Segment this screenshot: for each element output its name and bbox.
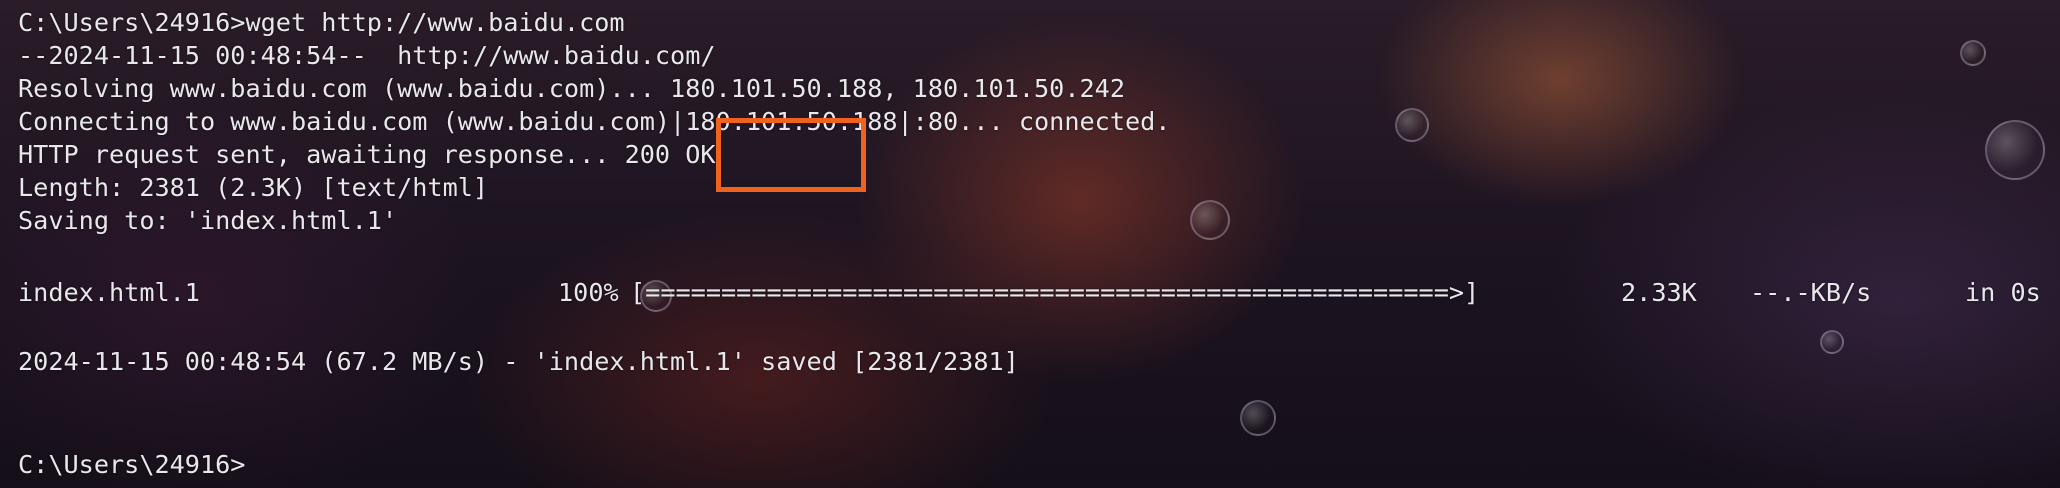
progress-eta: in 0s (1965, 278, 2041, 307)
output-line-timestamp: --2024-11-15 00:48:54-- http://www.baidu… (18, 41, 716, 70)
output-line-resolving: Resolving www.baidu.com (www.baidu.com).… (18, 74, 1125, 103)
background-bubble (1960, 40, 1986, 66)
output-line-saving: Saving to: 'index.html.1' (18, 206, 398, 235)
background-bubble (1240, 400, 1276, 436)
background-bubble (1395, 108, 1429, 142)
background-bubble (1820, 330, 1844, 354)
status-highlight-box (716, 118, 866, 192)
progress-percent: 100% (558, 278, 619, 307)
command-line: C:\Users\24916>wget http://www.baidu.com (18, 8, 625, 37)
output-line-summary: 2024-11-15 00:48:54 (67.2 MB/s) - 'index… (18, 347, 1019, 376)
progress-bar: [=======================================… (630, 278, 1480, 307)
background-bubble (1190, 200, 1230, 240)
progress-filename: index.html.1 (18, 278, 200, 307)
output-line-length: Length: 2381 (2.3K) [text/html] (18, 173, 489, 202)
terminal-window[interactable]: C:\Users\24916>wget http://www.baidu.com… (0, 0, 2060, 488)
progress-rate: --.-KB/s (1750, 278, 1872, 307)
progress-size: 2.33K (1621, 278, 1697, 307)
command-prompt[interactable]: C:\Users\24916> (18, 449, 245, 481)
background-bubble (1985, 120, 2045, 180)
output-line-connecting: Connecting to www.baidu.com (www.baidu.c… (18, 107, 1171, 136)
output-line-http-response: HTTP request sent, awaiting response... … (18, 140, 716, 169)
